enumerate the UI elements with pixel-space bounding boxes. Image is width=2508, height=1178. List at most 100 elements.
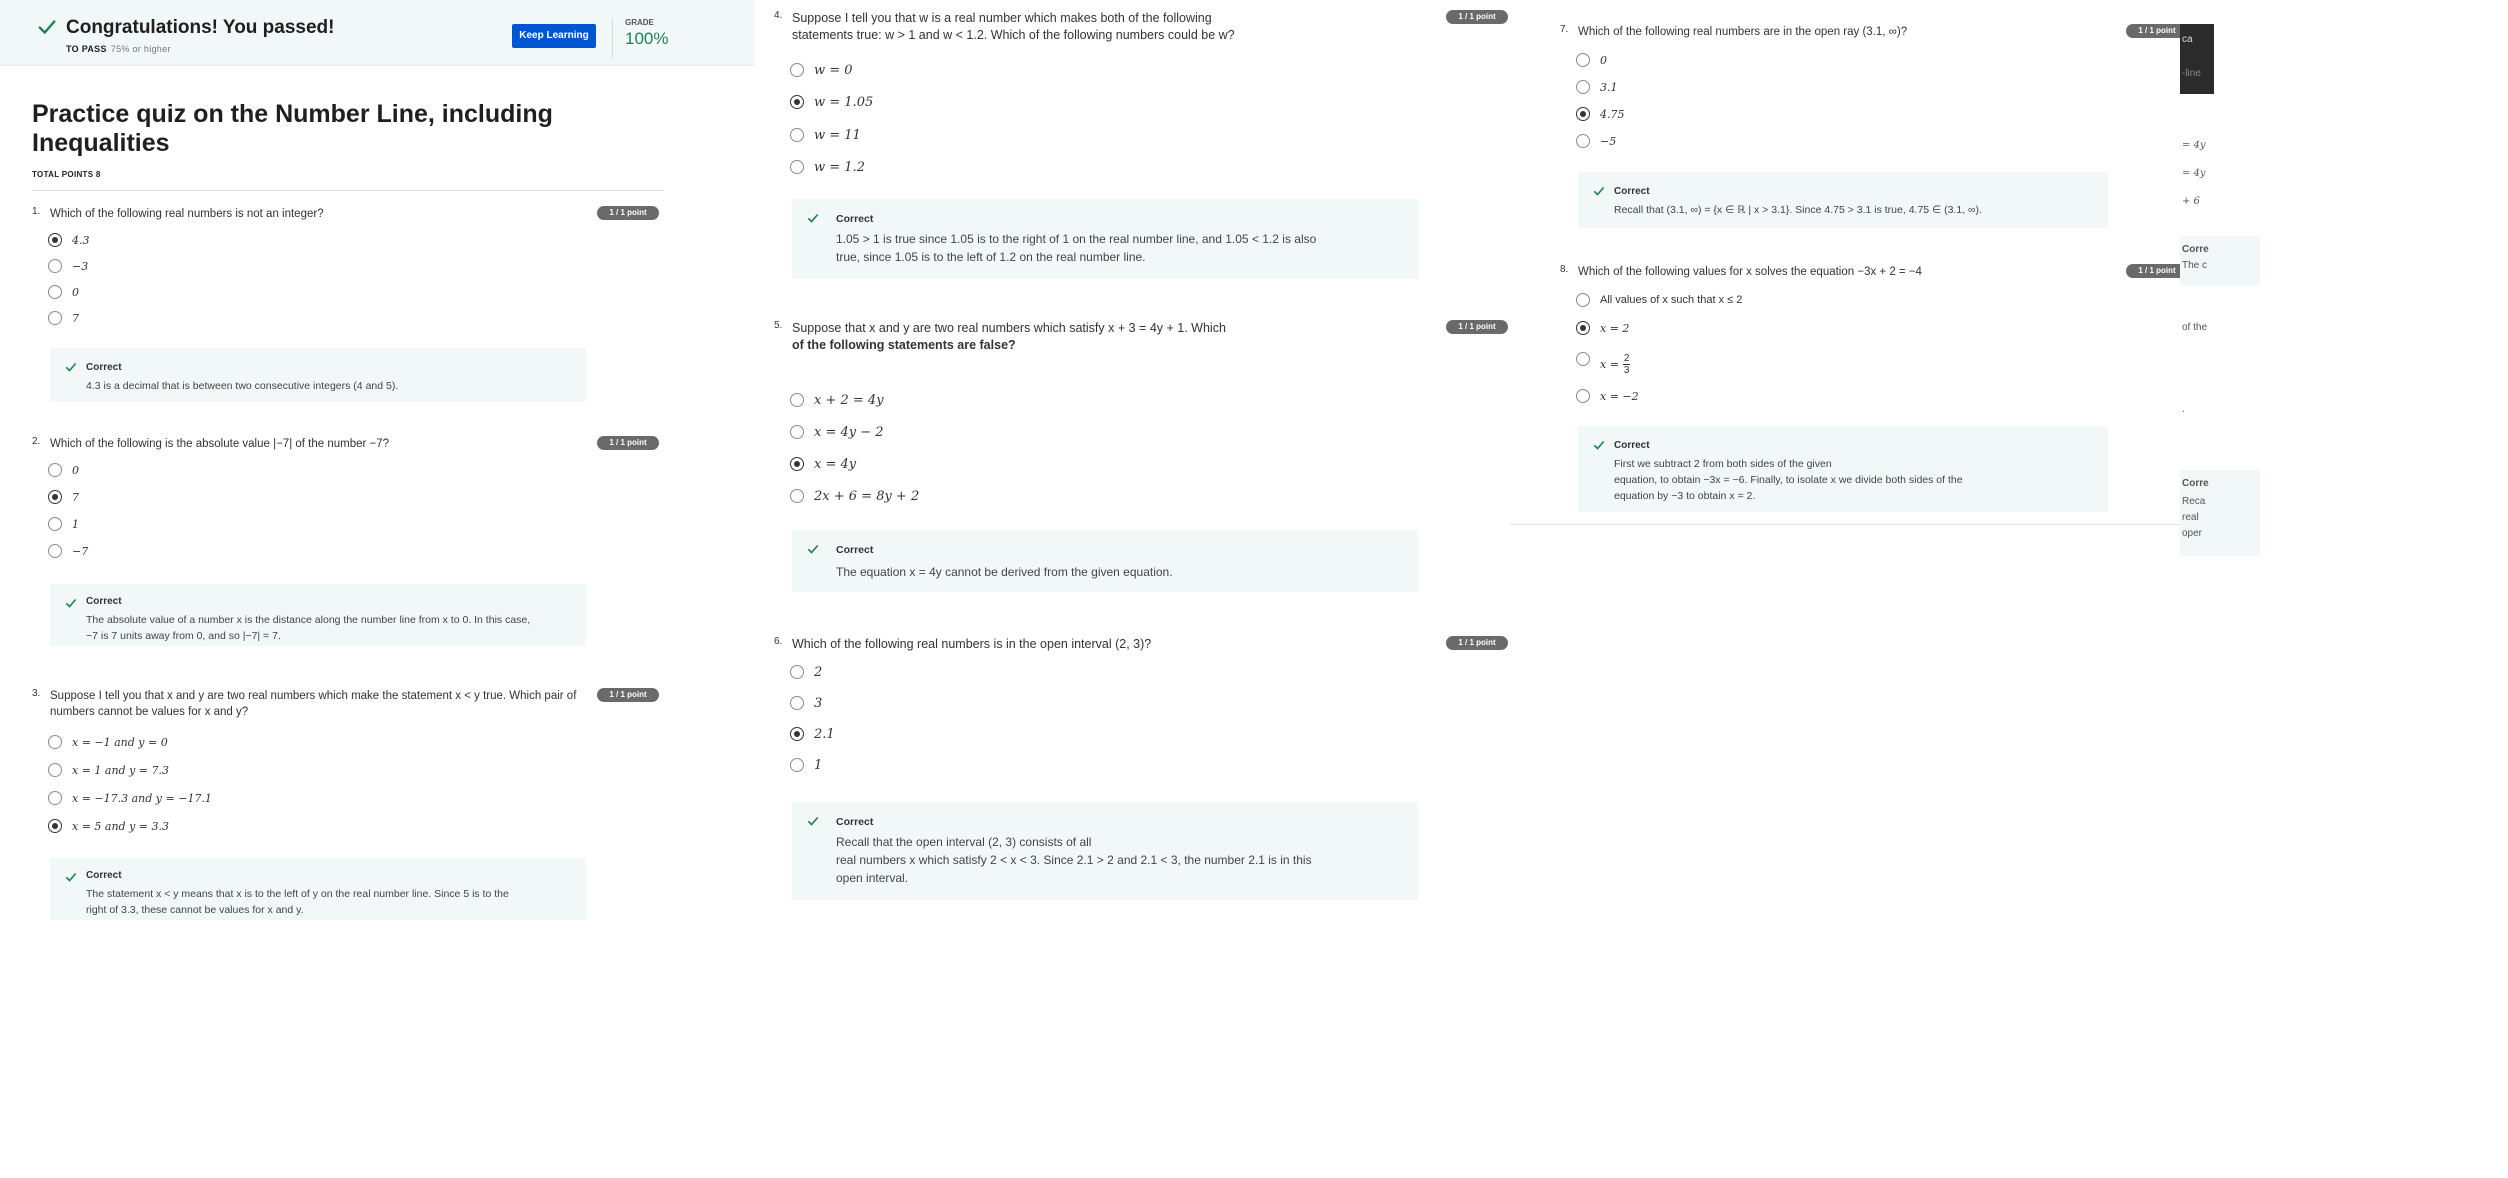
option[interactable]: 0 (48, 462, 79, 478)
question-text: Which of the following is the absolute v… (50, 438, 390, 450)
option[interactable]: w = 1.05 (790, 94, 873, 110)
option[interactable]: w = 1.2 (790, 159, 865, 175)
option[interactable]: 2.1 (790, 726, 835, 742)
question-number: 5. (774, 320, 783, 331)
feedback-box-fragment: Corre Reca real oper (2180, 470, 2260, 556)
radio[interactable] (1576, 53, 1590, 67)
radio[interactable] (790, 758, 804, 772)
option[interactable]: 4.75 (1576, 106, 1625, 122)
option[interactable]: 7 (48, 310, 79, 326)
feedback-text: true, since 1.05 is to the left of 1.2 o… (836, 250, 1146, 264)
option[interactable]: x = 4y − 2 (790, 424, 884, 440)
option[interactable]: x + 2 = 4y (790, 392, 884, 408)
check-icon (65, 872, 77, 882)
option[interactable]: −3 (48, 258, 88, 274)
radio[interactable] (790, 128, 804, 142)
grade-value: 100% (625, 29, 669, 48)
option[interactable]: w = 0 (790, 62, 853, 78)
radio[interactable] (48, 763, 62, 777)
radio[interactable] (48, 735, 62, 749)
radio[interactable] (1576, 293, 1590, 307)
radio[interactable] (48, 463, 62, 477)
option[interactable]: 3 (790, 695, 822, 711)
radio[interactable] (790, 696, 804, 710)
option[interactable]: 7 (48, 489, 79, 505)
option[interactable]: 2 (790, 664, 822, 680)
radio[interactable] (790, 393, 804, 407)
radio-selected[interactable] (48, 490, 62, 504)
radio[interactable] (790, 489, 804, 503)
option[interactable]: x = 2 (1576, 320, 1629, 336)
radio[interactable] (48, 791, 62, 805)
radio[interactable] (48, 544, 62, 558)
feedback-title: Correct (1614, 186, 1650, 197)
question-text: Which of the following real numbers are … (1578, 26, 1908, 38)
feedback-text: equation, to obtain −3x = −6. Finally, t… (1614, 474, 1963, 486)
question-number: 2. (32, 436, 41, 447)
check-icon (807, 213, 819, 223)
option[interactable]: w = 11 (790, 127, 861, 143)
radio[interactable] (790, 160, 804, 174)
radio[interactable] (1576, 80, 1590, 94)
question-8: 8. Which of the following values for x s… (1560, 264, 2250, 524)
option[interactable]: 1 (790, 757, 822, 773)
question-4: 4. Suppose I tell you that w is a real n… (774, 10, 1514, 280)
question-text: statements true: w > 1 and w < 1.2. Whic… (792, 28, 1235, 42)
option[interactable]: x = −17.3 and y = −17.1 (48, 790, 212, 806)
option[interactable]: x = 5 and y = 3.3 (48, 818, 169, 834)
radio-selected[interactable] (1576, 321, 1590, 335)
option[interactable]: x = −1 and y = 0 (48, 734, 168, 750)
feedback-box: Correct The equation x = 4y cannot be de… (792, 530, 1418, 592)
question-3: 3. Suppose I tell you that x and y are t… (32, 688, 662, 928)
radio-selected[interactable] (48, 819, 62, 833)
radio-selected[interactable] (1576, 107, 1590, 121)
radio[interactable] (48, 517, 62, 531)
radio[interactable] (48, 259, 62, 273)
check-icon (38, 20, 56, 35)
fragment-text: The c (2182, 260, 2208, 271)
feedback-title: Correct (836, 213, 874, 225)
question-1: 1. Which of the following real numbers i… (32, 206, 662, 402)
option[interactable]: 2x + 6 = 8y + 2 (790, 488, 919, 504)
feedback-box: Correct 1.05 > 1 is true since 1.05 is t… (792, 199, 1418, 279)
radio[interactable] (1576, 389, 1590, 403)
radio[interactable] (790, 63, 804, 77)
feedback-box: Correct Recall that the open interval (2… (792, 802, 1418, 900)
radio[interactable] (48, 285, 62, 299)
option[interactable]: 0 (48, 284, 79, 300)
feedback-box: Correct The statement x < y means that x… (50, 858, 586, 920)
radio-selected[interactable] (790, 95, 804, 109)
feedback-title: Correct (836, 544, 874, 556)
divider (32, 190, 664, 191)
dark-banner-fragment: ca -line (2180, 24, 2214, 94)
radio[interactable] (1576, 134, 1590, 148)
fragment-text: ca (2182, 34, 2193, 45)
option[interactable]: 1 (48, 516, 79, 532)
option[interactable]: x = 2 3 (1576, 348, 1631, 380)
feedback-box: Correct Recall that (3.1, ∞) = {x ∈ ℝ | … (1578, 172, 2108, 228)
radio-selected[interactable] (790, 727, 804, 741)
radio[interactable] (1576, 352, 1590, 366)
feedback-box: Correct First we subtract 2 from both si… (1578, 426, 2108, 512)
radio-selected[interactable] (48, 233, 62, 247)
option[interactable]: x = 1 and y = 7.3 (48, 762, 169, 778)
keep-learning-button[interactable]: Keep Learning (512, 24, 596, 48)
radio[interactable] (790, 665, 804, 679)
option[interactable]: −7 (48, 543, 88, 559)
option[interactable]: 3.1 (1576, 79, 1618, 95)
option[interactable]: 4.3 (48, 232, 90, 248)
option[interactable]: −5 (1576, 133, 1616, 149)
feedback-text: First we subtract 2 from both sides of t… (1614, 458, 1832, 470)
option[interactable]: x = −2 (1576, 388, 1639, 404)
radio-selected[interactable] (790, 457, 804, 471)
radio[interactable] (790, 425, 804, 439)
option[interactable]: All values of x such that x ≤ 2 (1576, 292, 1742, 308)
option[interactable]: x = 4y (790, 456, 856, 472)
radio[interactable] (48, 311, 62, 325)
feedback-box-fragment: Corre The c (2180, 236, 2260, 286)
check-icon (1593, 186, 1605, 196)
question-number: 3. (32, 688, 41, 699)
option[interactable]: 0 (1576, 52, 1607, 68)
question-number: 8. (1560, 264, 1569, 275)
points-badge: 1 / 1 point (597, 436, 659, 450)
